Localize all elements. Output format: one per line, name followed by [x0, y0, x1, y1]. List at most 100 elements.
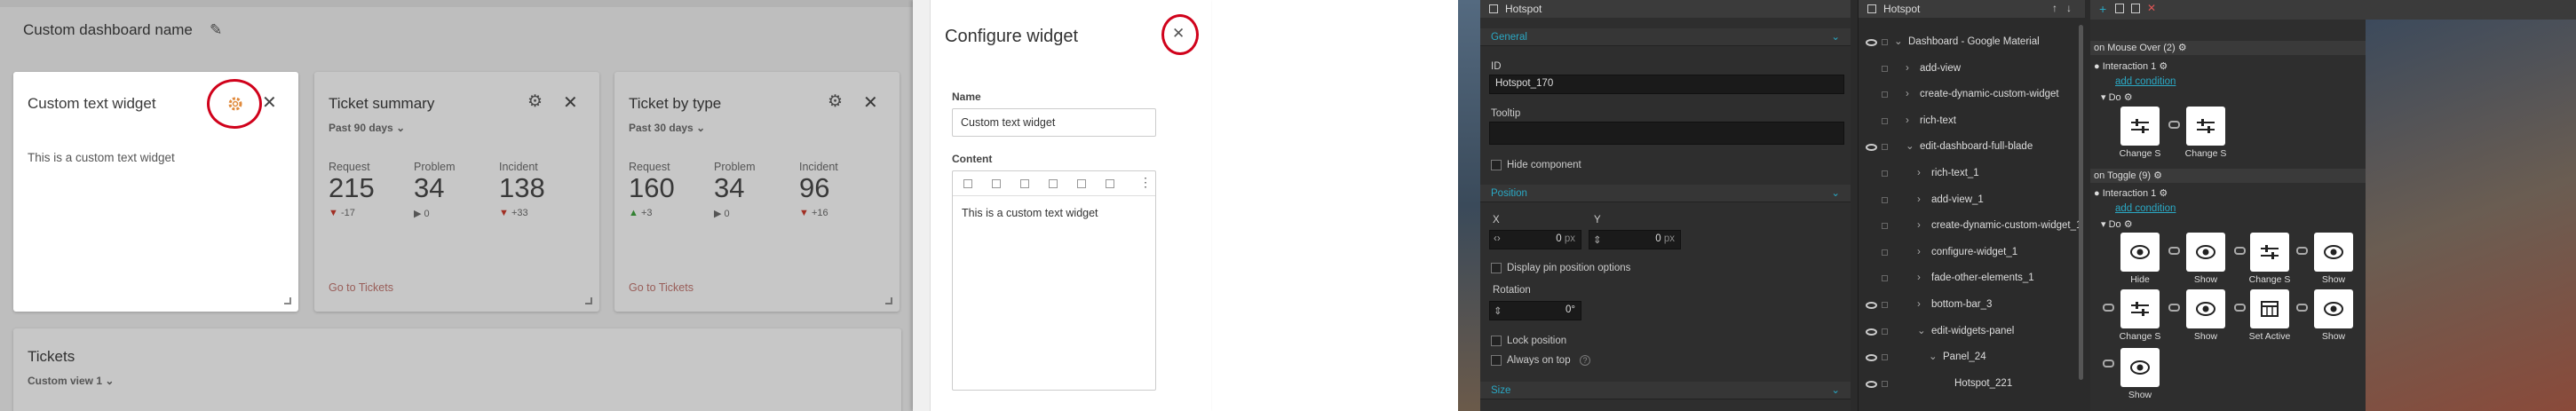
- lock-toggle-icon[interactable]: [1882, 354, 1888, 361]
- gear-icon[interactable]: ⚙: [828, 91, 843, 112]
- lock-toggle-icon[interactable]: [1882, 275, 1888, 282]
- id-input[interactable]: Hotspot_170: [1489, 75, 1844, 94]
- scrollbar[interactable]: [2079, 25, 2083, 380]
- lock-toggle-icon[interactable]: [1882, 249, 1888, 256]
- gear-icon[interactable]: ⚙: [527, 91, 543, 112]
- lock-toggle-icon[interactable]: [1882, 117, 1888, 124]
- change-action[interactable]: [2186, 107, 2225, 146]
- more-icon[interactable]: ⋮: [1139, 175, 1152, 190]
- help-icon[interactable]: ?: [1580, 355, 1590, 366]
- eye-icon[interactable]: [1866, 354, 1877, 362]
- tree-row[interactable]: ⌄ edit-widgets-panel: [1859, 319, 2081, 345]
- size-section[interactable]: Size ⌄: [1480, 382, 1851, 399]
- view-dropdown[interactable]: Custom view 1 ⌄: [28, 375, 114, 387]
- show-action[interactable]: [2120, 348, 2160, 387]
- resize-handle-icon[interactable]: [885, 297, 892, 304]
- position-section[interactable]: Position ⌄: [1480, 185, 1851, 202]
- lock-toggle-icon[interactable]: [1882, 301, 1888, 308]
- paste-icon[interactable]: [2131, 4, 2140, 13]
- chevron-right-icon[interactable]: ›: [1917, 213, 1921, 240]
- rich-text-editor[interactable]: ⋮ This is a custom text widget: [952, 170, 1156, 391]
- eye-icon[interactable]: [1866, 39, 1877, 46]
- link-icon[interactable]: [2103, 304, 2114, 312]
- lock-toggle-icon[interactable]: [1882, 380, 1888, 387]
- link-icon[interactable]: [2296, 304, 2308, 312]
- period-dropdown[interactable]: Past 90 days ⌄: [329, 122, 405, 134]
- chevron-down-icon[interactable]: ⌄: [1929, 344, 1938, 371]
- tree-row[interactable]: › rich-text_1: [1859, 161, 2081, 187]
- eye-icon[interactable]: [1866, 380, 1877, 388]
- tree-row[interactable]: › configure-widget_1: [1859, 240, 2081, 266]
- show-action[interactable]: [2186, 233, 2225, 272]
- tree-row[interactable]: › create-dynamic-custom-widget: [1859, 82, 2081, 108]
- arrow-up-icon[interactable]: ↑: [2052, 2, 2057, 14]
- lock-toggle-icon[interactable]: [1882, 328, 1888, 335]
- go-to-tickets-link[interactable]: Go to Tickets: [329, 281, 393, 294]
- tickets-card[interactable]: Tickets Custom view 1 ⌄: [13, 328, 901, 411]
- change-action[interactable]: [2250, 233, 2289, 272]
- tree-row[interactable]: ⌄ edit-dashboard-full-blade: [1859, 134, 2081, 161]
- tree-row[interactable]: › bottom-bar_3: [1859, 292, 2081, 319]
- close-icon[interactable]: ✕: [563, 91, 578, 114]
- lock-toggle-icon[interactable]: [1882, 170, 1888, 177]
- y-input[interactable]: ⇕ 0 px: [1589, 230, 1681, 249]
- add-icon[interactable]: +: [2099, 2, 2106, 16]
- tree-row[interactable]: › fade-other-elements_1: [1859, 265, 2081, 292]
- format-button-icon[interactable]: [1077, 179, 1086, 188]
- tree-row[interactable]: ⌄ Dashboard - Google Material: [1859, 29, 2081, 56]
- change-action[interactable]: [2120, 107, 2160, 146]
- lock-position-checkbox[interactable]: [1491, 336, 1502, 346]
- link-icon[interactable]: [2168, 247, 2180, 255]
- lock-toggle-icon[interactable]: [1882, 91, 1888, 99]
- gear-icon[interactable]: ⚙: [2178, 43, 2187, 53]
- format-button-icon[interactable]: [963, 179, 972, 188]
- format-button-icon[interactable]: [992, 179, 1001, 188]
- show-action[interactable]: [2186, 289, 2225, 328]
- chevron-right-icon[interactable]: ›: [1906, 56, 1909, 83]
- hide-action[interactable]: [2120, 233, 2160, 272]
- format-button-icon[interactable]: [1020, 179, 1029, 188]
- x-input[interactable]: ‹› 0 px: [1489, 230, 1581, 249]
- tree-row[interactable]: › create-dynamic-custom-widget_1: [1859, 213, 2081, 240]
- hide-component-checkbox[interactable]: [1491, 160, 1502, 170]
- chevron-right-icon[interactable]: ›: [1917, 240, 1921, 266]
- tree-row[interactable]: › add-view_1: [1859, 187, 2081, 214]
- pencil-icon[interactable]: ✎: [210, 21, 227, 39]
- link-icon[interactable]: [2168, 304, 2180, 312]
- chevron-down-icon[interactable]: ⌄: [1894, 29, 1903, 56]
- link-icon[interactable]: [2234, 304, 2246, 312]
- eye-icon[interactable]: [1866, 144, 1877, 152]
- link-icon[interactable]: [2234, 247, 2246, 255]
- custom-text-widget-card[interactable]: Custom text widget ✕ This is a custom te…: [13, 72, 298, 312]
- format-button-icon[interactable]: [1106, 179, 1114, 188]
- lock-toggle-icon[interactable]: [1882, 223, 1888, 230]
- chevron-right-icon[interactable]: ›: [1906, 108, 1909, 135]
- arrow-down-icon[interactable]: ↓: [2066, 2, 2072, 14]
- tree-row[interactable]: › add-view: [1859, 56, 2081, 83]
- go-to-tickets-link[interactable]: Go to Tickets: [629, 281, 694, 294]
- interaction-row[interactable]: ● Interaction 1 ⚙: [2094, 60, 2168, 72]
- add-condition-link[interactable]: add condition: [2115, 76, 2176, 87]
- format-button-icon[interactable]: [1049, 179, 1058, 188]
- lock-toggle-icon[interactable]: [1882, 144, 1888, 151]
- tree-row[interactable]: Hotspot_221: [1859, 371, 2081, 398]
- chevron-right-icon[interactable]: ›: [1917, 187, 1921, 214]
- link-icon[interactable]: [2168, 121, 2180, 129]
- chevron-right-icon[interactable]: ›: [1917, 292, 1921, 319]
- add-condition-link[interactable]: add condition: [2115, 203, 2176, 214]
- rotation-input[interactable]: ⇕ 0°: [1489, 301, 1581, 320]
- ticket-summary-card[interactable]: Ticket summary Past 90 days ⌄ ⚙ ✕ Reques…: [314, 72, 599, 312]
- close-icon[interactable]: ✕: [863, 91, 878, 114]
- chevron-right-icon[interactable]: ›: [1917, 161, 1921, 187]
- editor-content[interactable]: This is a custom text widget: [962, 207, 1098, 219]
- period-dropdown[interactable]: Past 30 days ⌄: [629, 122, 705, 134]
- tree-row[interactable]: › rich-text: [1859, 108, 2081, 135]
- chevron-down-icon[interactable]: ⌄: [1906, 134, 1914, 161]
- close-icon[interactable]: ✕: [262, 91, 277, 114]
- general-section[interactable]: General ⌄: [1480, 28, 1851, 46]
- chevron-down-icon[interactable]: ⌄: [1917, 319, 1926, 345]
- eye-icon[interactable]: [1866, 328, 1877, 336]
- always-on-top-checkbox[interactable]: [1491, 355, 1502, 366]
- resize-handle-icon[interactable]: [585, 297, 592, 304]
- gear-icon[interactable]: ⚙: [2153, 170, 2162, 181]
